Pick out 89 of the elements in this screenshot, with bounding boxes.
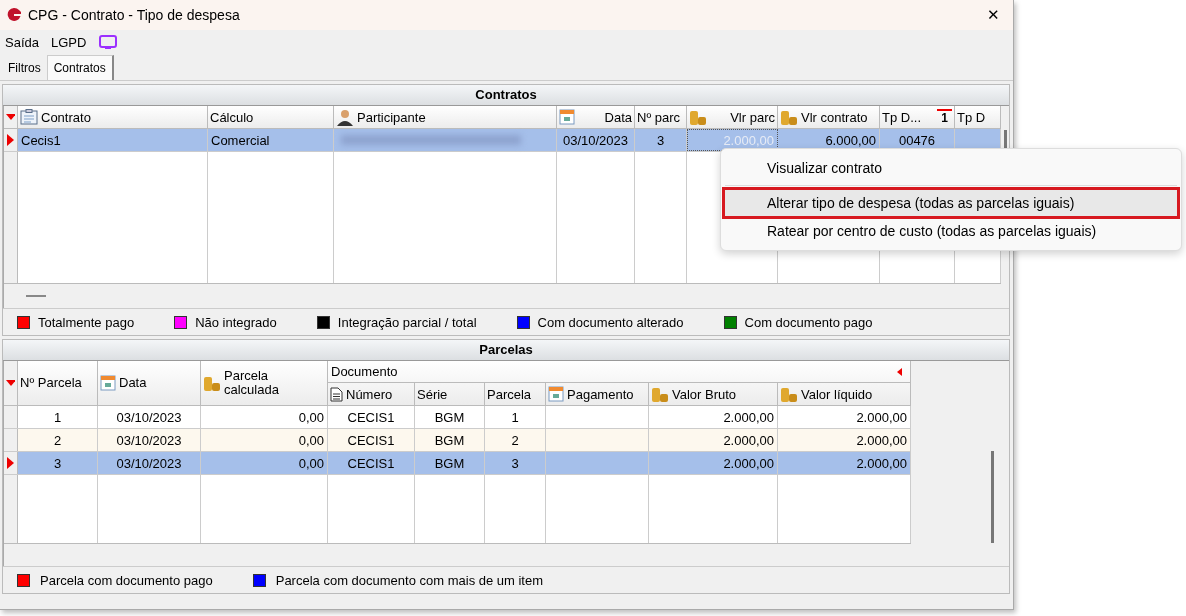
legend-label: Parcela com documento pago	[40, 572, 213, 588]
menu-item[interactable]: Alterar tipo de despesa (todas as parcelas iguais)	[725, 190, 1177, 216]
menu-item[interactable]: Saída	[5, 34, 39, 50]
legend-label: Totalmente pago	[38, 314, 135, 330]
column-header[interactable]: Participante	[334, 106, 557, 128]
column-group-header: Documento	[328, 361, 911, 383]
window-title: CPG - Contrato - Tipo de despesa	[28, 7, 241, 23]
table-cell: 2.000,00	[649, 406, 778, 428]
table-cell: 03/10/2023	[98, 406, 201, 428]
column-header[interactable]: Vlr parc	[687, 106, 778, 128]
tab[interactable]: Filtros	[2, 56, 47, 80]
collapse-arrow-icon	[897, 367, 902, 376]
column-header[interactable]: Data	[557, 106, 635, 128]
column-header[interactable]: Nº Parcela	[18, 361, 98, 405]
table-cell: 2.000,00	[778, 452, 911, 474]
table-cell: CECIS1	[328, 406, 415, 428]
column-header[interactable]: Número	[328, 383, 415, 405]
column-header[interactable]: Valor Bruto	[649, 383, 778, 405]
table-cell: 0,00	[201, 429, 328, 451]
legend-label: Com documento pago	[744, 314, 873, 330]
column-header[interactable]: Valor líquido	[778, 383, 911, 405]
menu-item[interactable]: Visualizar contrato	[725, 155, 1177, 181]
legend-label: Integração parcial / total	[337, 314, 477, 330]
monitor-icon[interactable]	[98, 33, 119, 51]
table-cell: 3	[485, 452, 546, 474]
table-cell: 03/10/2023	[98, 429, 201, 451]
horizontal-scrollbar[interactable]	[4, 283, 1001, 308]
column-header[interactable]: Vlr contrato	[778, 106, 880, 128]
table-cell: 0,00	[201, 452, 328, 474]
table-cell: 1	[18, 406, 98, 428]
column-header[interactable]: Série	[415, 383, 485, 405]
table-cell: BGM	[415, 452, 485, 474]
calendar-icon	[559, 109, 575, 125]
table-cell: Comercial	[208, 129, 334, 151]
column-header[interactable]: Nº parc	[635, 106, 687, 128]
close-button[interactable]: ✕	[973, 6, 1013, 24]
table-row[interactable]: 2 03/10/2023 0,00 CECIS1 BGM 2 2.000,00 2.000,00	[4, 429, 911, 452]
legend-label: Com documento alterado	[537, 314, 684, 330]
coins-icon	[651, 385, 669, 403]
table-cell: BGM	[415, 406, 485, 428]
grid-caption: Parcelas	[3, 340, 1009, 361]
table-cell: CECIS1	[328, 452, 415, 474]
column-header[interactable]: Data	[98, 361, 201, 405]
table-cell: CECIS1	[328, 429, 415, 451]
menu-item[interactable]: LGPD	[51, 34, 87, 50]
menu-item[interactable]: Ratear por centro de custo (todas as parcelas iguais)	[725, 218, 1177, 244]
tab[interactable]: Contratos	[46, 55, 114, 80]
coins-icon	[780, 108, 798, 126]
row-pointer-icon	[7, 457, 14, 469]
column-header[interactable]: Parcela	[485, 383, 546, 405]
table-cell: 3	[18, 452, 98, 474]
table-cell: 03/10/2023	[98, 452, 201, 474]
row-pointer-icon	[7, 134, 14, 146]
clipboard-icon	[20, 109, 38, 125]
table-row[interactable]: 3 03/10/2023 0,00 CECIS1 BGM 3 2.000,00 2.000,00	[4, 452, 911, 475]
table-cell: 2	[18, 429, 98, 451]
table-cell: 3	[635, 129, 687, 151]
table-row[interactable]: Cecis1 Comercial 03/10/2023 3 2.000,00 6.000,00 00476	[4, 129, 1001, 152]
column-header[interactable]: Contrato	[18, 106, 208, 128]
sort-arrow-icon	[6, 114, 15, 120]
table-cell: 2	[485, 429, 546, 451]
document-icon	[330, 386, 343, 402]
table-cell: 1	[485, 406, 546, 428]
table-cell: Cecis1	[18, 129, 208, 151]
legend-label: Parcela com documento com mais de um item	[275, 572, 544, 588]
coins-icon	[780, 385, 798, 403]
logo-icon	[6, 7, 22, 23]
row-indicator[interactable]	[4, 129, 18, 151]
column-header[interactable]: Parcela calculada	[201, 361, 328, 405]
table-cell: 03/10/2023	[557, 129, 635, 151]
coins-icon	[203, 374, 221, 392]
table-cell: 2.000,00	[778, 429, 911, 451]
table-cell: BGM	[415, 429, 485, 451]
person-icon	[336, 108, 354, 126]
table-cell: 2.000,00	[778, 406, 911, 428]
sort-order: 1	[937, 109, 952, 125]
legend-label: Não integrado	[195, 314, 277, 330]
calendar-icon	[100, 375, 116, 391]
column-header[interactable]: Cálculo	[208, 106, 334, 128]
grid-caption: Contratos	[3, 85, 1009, 106]
table-cell: 2.000,00	[649, 452, 778, 474]
coins-icon	[689, 108, 707, 126]
table-cell: 0,00	[201, 406, 328, 428]
table-cell: 2.000,00	[649, 429, 778, 451]
column-header[interactable]: Tp D... 1	[880, 106, 955, 128]
row-indicator[interactable]	[4, 452, 18, 474]
sort-arrow-icon	[6, 380, 15, 386]
column-header[interactable]: Pagamento	[546, 383, 649, 405]
calendar-icon	[548, 386, 564, 402]
